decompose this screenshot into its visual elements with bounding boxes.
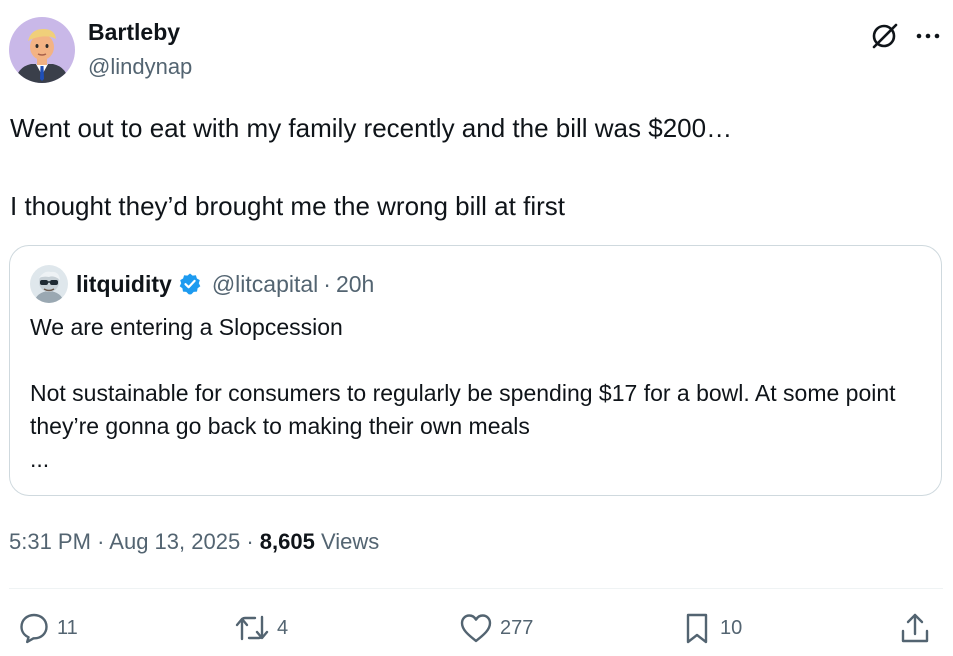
more-options-button[interactable] [910, 18, 946, 54]
bookmark-icon [686, 613, 708, 644]
author-handle[interactable]: @lindynap [88, 52, 192, 82]
reply-icon [20, 613, 48, 644]
quoted-header: litquidity @litcapital · 20h [76, 269, 374, 299]
views-label: Views [320, 529, 380, 554]
quoted-author-name[interactable]: litquidity [76, 269, 172, 299]
grok-icon [872, 23, 898, 49]
repost-count: 4 [277, 616, 289, 639]
tweet-time[interactable]: 5:31 PM [9, 529, 91, 554]
repost-icon [235, 615, 269, 641]
divider [9, 588, 943, 589]
bookmark-count: 10 [720, 616, 743, 639]
quoted-text: We are entering a Slopcession Not sustai… [30, 314, 896, 472]
author-name[interactable]: Bartleby [88, 17, 180, 47]
reply-count: 11 [57, 616, 78, 639]
share-icon [901, 613, 929, 643]
reply-button[interactable]: 11 [17, 610, 78, 646]
quoted-separator: · [323, 271, 331, 297]
like-count: 277 [500, 616, 534, 639]
like-icon [460, 614, 492, 643]
quoted-time[interactable]: 20h [336, 269, 374, 299]
views-count: 8,605 [259, 529, 315, 554]
meta-separator: · [97, 529, 105, 554]
grok-button[interactable] [866, 18, 902, 54]
quoted-tweet[interactable]: litquidity @litcapital · 20h We are ente… [9, 245, 942, 496]
author-avatar[interactable] [9, 17, 75, 83]
tweet-meta: 5:31 PM · Aug 13, 2025 · 8,605 Views [9, 527, 379, 557]
more-icon [916, 33, 940, 39]
quoted-author-handle: @litcapital [211, 271, 319, 297]
tweet-date[interactable]: Aug 13, 2025 [109, 529, 240, 554]
like-button[interactable]: 277 [458, 610, 533, 646]
quoted-author-avatar[interactable] [30, 265, 68, 303]
repost-button[interactable]: 4 [233, 610, 288, 646]
verified-badge-icon [178, 272, 202, 296]
meta-separator-2: · [246, 529, 254, 554]
bookmark-button[interactable]: 10 [680, 610, 742, 646]
share-button[interactable] [898, 610, 932, 646]
tweet-text: Went out to eat with my family recently … [10, 113, 733, 221]
